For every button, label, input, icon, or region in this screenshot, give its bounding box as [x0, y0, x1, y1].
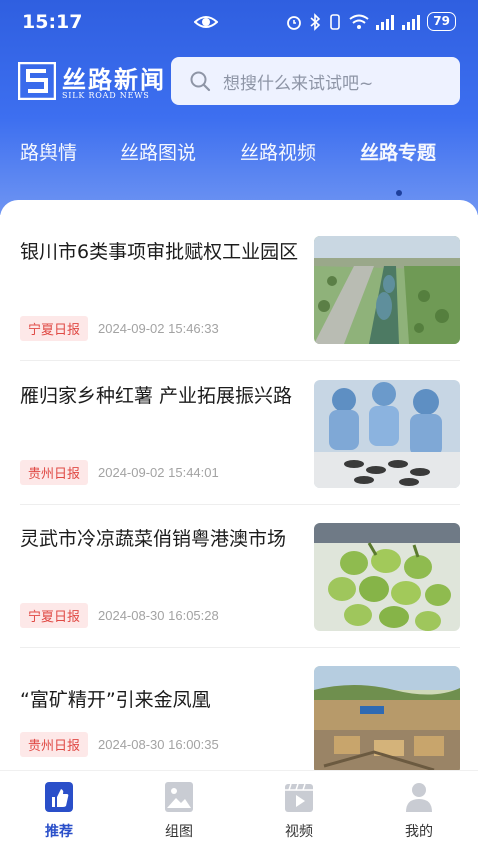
- article-title: “富矿精开”引来金凤凰: [20, 689, 211, 711]
- article-date: 2024-09-02 15:46:33: [98, 321, 219, 336]
- app-logo: 丝路新闻 SILK ROAD NEWS: [18, 62, 168, 106]
- source-badge: 宁夏日报: [20, 316, 89, 341]
- thumbs-up-icon: [45, 782, 73, 812]
- article-meta: 贵州日报 2024-09-02 15:44:01: [20, 460, 219, 485]
- category-tabs: 路舆情 丝路图说 丝路视频 丝路专题: [0, 138, 478, 178]
- nav-label-recommend: 推荐: [45, 824, 73, 840]
- search-placeholder: 想搜什么来试试吧~: [223, 73, 374, 94]
- status-time: 15:17: [22, 11, 83, 33]
- list-item[interactable]: 灵武市冷凉蔬菜俏销粤港澳市场 宁夏日报 2024-08-30 16:05:28: [20, 523, 460, 647]
- article-thumbnail[interactable]: [314, 523, 460, 631]
- user-icon: [406, 783, 432, 812]
- source-badge: 贵州日报: [20, 732, 89, 757]
- status-icons: 79: [285, 12, 456, 31]
- active-tab-indicator: [396, 190, 402, 196]
- list-item[interactable]: “富矿精开”引来金凤凰 贵州日报 2024-08-30 16:00:35: [20, 666, 460, 770]
- article-thumbnail[interactable]: [314, 666, 460, 770]
- article-meta: 宁夏日报 2024-09-02 15:46:33: [20, 316, 219, 341]
- wifi-icon: [349, 14, 369, 29]
- logo-mark-icon: [18, 62, 56, 100]
- divider: [20, 504, 460, 505]
- article-meta: 宁夏日报 2024-08-30 16:05:28: [20, 603, 219, 628]
- nav-item-recommend[interactable]: 推荐: [19, 781, 99, 841]
- tab-silu-tushuo[interactable]: 丝路图说: [120, 138, 196, 165]
- app-name: 丝路新闻: [62, 66, 166, 94]
- battery-level: 79: [427, 12, 456, 31]
- article-meta: 贵州日报 2024-08-30 16:00:35: [20, 732, 219, 757]
- divider: [20, 360, 460, 361]
- divider: [20, 647, 460, 648]
- article-list[interactable]: 银川市6类事项审批赋权工业园区 宁夏日报 2024-09-02 15:46:33…: [0, 200, 478, 770]
- tab-lu-yuqing[interactable]: 路舆情: [20, 138, 77, 165]
- article-title: 灵武市冷凉蔬菜俏销粤港澳市场: [20, 528, 287, 550]
- source-badge: 宁夏日报: [20, 603, 89, 628]
- bluetooth-icon: [310, 12, 321, 31]
- nav-label-gallery: 组图: [165, 824, 193, 840]
- article-thumbnail[interactable]: [314, 236, 460, 344]
- alarm-icon: [287, 15, 302, 30]
- bottom-navigation: 推荐 组图 视频 我的: [0, 770, 478, 851]
- app-subtitle: SILK ROAD NEWS: [62, 91, 150, 100]
- search-bar[interactable]: 想搜什么来试试吧~: [171, 57, 460, 105]
- search-icon: [190, 71, 211, 92]
- tab-silu-zhuanti[interactable]: 丝路专题: [360, 138, 436, 165]
- signal-icon: [376, 14, 395, 30]
- article-thumbnail[interactable]: [314, 380, 460, 488]
- article-date: 2024-09-02 15:44:01: [98, 465, 219, 480]
- signal-icon-2: [402, 14, 421, 30]
- nav-item-gallery[interactable]: 组图: [139, 781, 219, 841]
- nav-label-video: 视频: [285, 824, 313, 840]
- image-icon: [165, 782, 193, 812]
- article-title: 银川市6类事项审批赋权工业园区: [20, 241, 299, 263]
- nav-item-video[interactable]: 视频: [259, 781, 339, 841]
- list-item[interactable]: 银川市6类事项审批赋权工业园区 宁夏日报 2024-09-02 15:46:33: [20, 236, 460, 360]
- status-bar: 15:17 79: [0, 0, 478, 46]
- article-date: 2024-08-30 16:00:35: [98, 737, 219, 752]
- vibrate-icon: [330, 13, 341, 30]
- article-date: 2024-08-30 16:05:28: [98, 608, 219, 623]
- video-icon: [285, 783, 313, 812]
- nav-item-profile[interactable]: 我的: [379, 781, 459, 841]
- eye-icon: [194, 16, 218, 28]
- list-item[interactable]: 雁归家乡种红薯 产业拓展振兴路 贵州日报 2024-09-02 15:44:01: [20, 380, 460, 504]
- tab-silu-shipin[interactable]: 丝路视频: [240, 138, 316, 165]
- nav-label-profile: 我的: [405, 824, 433, 840]
- source-badge: 贵州日报: [20, 460, 89, 485]
- article-title: 雁归家乡种红薯 产业拓展振兴路: [20, 385, 293, 407]
